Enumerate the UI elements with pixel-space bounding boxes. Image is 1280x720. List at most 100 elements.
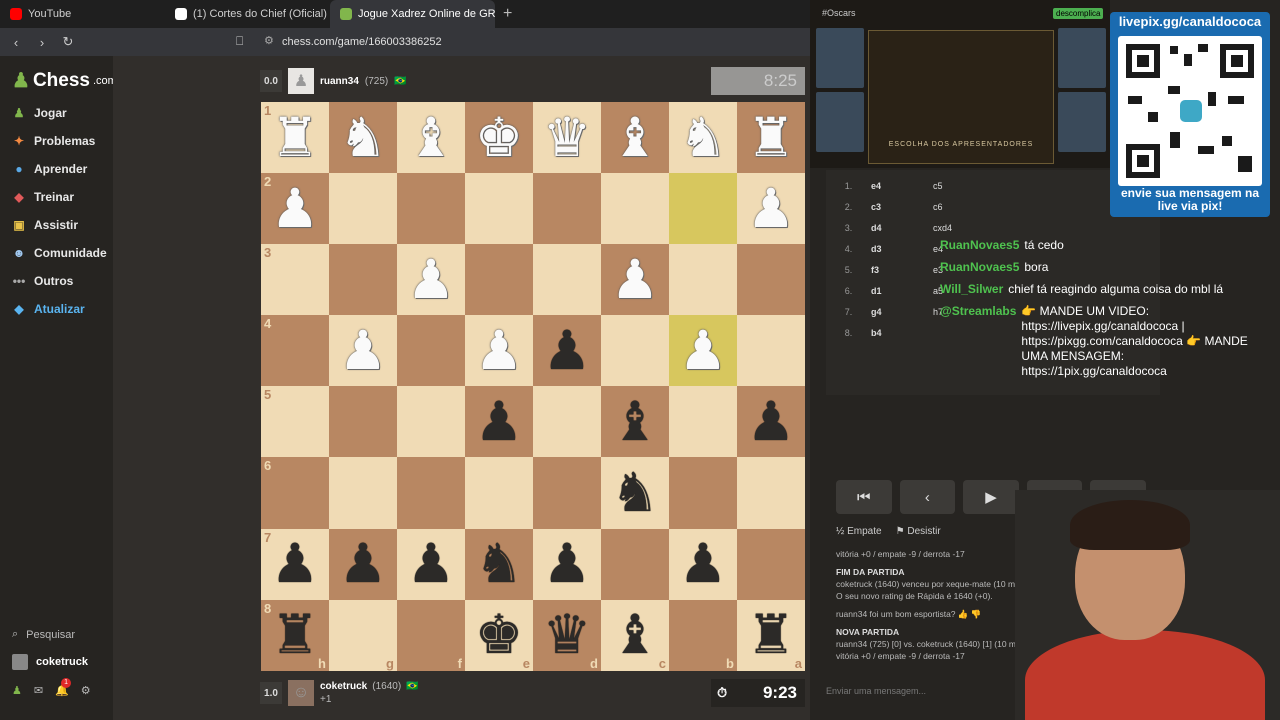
tab-youtube[interactable]: YouTube: [0, 0, 165, 28]
board-square[interactable]: [669, 386, 737, 458]
previous-move-icon[interactable]: ‹: [899, 480, 956, 514]
white-move[interactable]: f3: [871, 265, 933, 275]
board-square[interactable]: [533, 386, 601, 458]
thumbs-up-icon[interactable]: 👍: [958, 609, 969, 619]
board-square[interactable]: ♜: [737, 102, 805, 174]
board-square[interactable]: [737, 244, 805, 316]
draw-button[interactable]: ½ Empate: [836, 526, 882, 537]
board-square[interactable]: 2 ♟: [261, 173, 329, 245]
black-bishop-icon[interactable]: ♝: [611, 395, 659, 449]
board-square[interactable]: 5: [261, 386, 329, 458]
white-bishop-icon[interactable]: ♝: [407, 111, 455, 165]
new-tab-icon[interactable]: +: [495, 5, 520, 23]
search-link[interactable]: ⌕ Pesquisar: [12, 628, 75, 641]
board-square[interactable]: ♚: [465, 102, 533, 174]
board-square[interactable]: [329, 173, 397, 245]
board-square[interactable]: ♟: [465, 386, 533, 458]
board-square[interactable]: ♞: [669, 102, 737, 174]
board-square[interactable]: [465, 173, 533, 245]
reload-icon[interactable]: ↻: [58, 34, 78, 50]
black-knight-icon[interactable]: ♞: [611, 466, 659, 520]
board-square[interactable]: ♟: [329, 315, 397, 387]
top-player-name[interactable]: ruann34: [320, 76, 359, 87]
sidebar-item-problemas[interactable]: ✦ Problemas: [12, 134, 95, 148]
board-square[interactable]: [669, 173, 737, 245]
board-square[interactable]: 6: [261, 457, 329, 529]
sidebar-item-treinar[interactable]: ◆ Treinar: [12, 190, 74, 204]
board-square[interactable]: ♞: [601, 457, 669, 529]
board-square[interactable]: ♟: [737, 386, 805, 458]
board-square[interactable]: ♟: [465, 315, 533, 387]
board-square[interactable]: [533, 457, 601, 529]
board-square[interactable]: [465, 244, 533, 316]
bookmark-icon[interactable]: ⎕: [236, 34, 243, 49]
white-rook-icon[interactable]: ♜: [271, 111, 319, 165]
black-pawn-icon[interactable]: ♟: [271, 537, 319, 591]
black-move[interactable]: cxd4: [933, 223, 995, 233]
board-square[interactable]: [533, 244, 601, 316]
white-pawn-icon[interactable]: ♟: [475, 324, 523, 378]
black-move[interactable]: c6: [933, 202, 995, 212]
white-rook-icon[interactable]: ♜: [747, 111, 795, 165]
black-pawn-icon[interactable]: ♟: [339, 537, 387, 591]
board-square[interactable]: [669, 457, 737, 529]
black-bishop-icon[interactable]: ♝: [611, 608, 659, 662]
board-square[interactable]: ♝: [601, 386, 669, 458]
board-square[interactable]: e ♚: [465, 599, 533, 671]
white-king-icon[interactable]: ♚: [475, 111, 523, 165]
board-square[interactable]: [601, 173, 669, 245]
black-rook-icon[interactable]: ♜: [271, 608, 319, 662]
board-square[interactable]: ♟: [397, 244, 465, 316]
board-square[interactable]: ♟: [669, 315, 737, 387]
board-square[interactable]: [737, 457, 805, 529]
black-king-icon[interactable]: ♚: [475, 608, 523, 662]
white-queen-icon[interactable]: ♛: [543, 111, 591, 165]
board-square[interactable]: [329, 244, 397, 316]
board-square[interactable]: ♞: [329, 102, 397, 174]
thumbs-down-icon[interactable]: 👎: [971, 609, 982, 619]
forward-icon[interactable]: ›: [32, 35, 52, 50]
resign-button[interactable]: ⚑ Desistir: [896, 526, 941, 537]
board-square[interactable]: [601, 528, 669, 600]
board-square[interactable]: [397, 173, 465, 245]
board-square[interactable]: [669, 244, 737, 316]
board-square[interactable]: ♛: [533, 102, 601, 174]
board-square[interactable]: c ♝: [601, 599, 669, 671]
white-move[interactable]: d3: [871, 244, 933, 254]
board-square[interactable]: ♟: [669, 528, 737, 600]
white-move[interactable]: c3: [871, 202, 933, 212]
tab-chess[interactable]: Jogue Xadrez Online de GRA ✕: [330, 0, 495, 28]
board-square[interactable]: [465, 457, 533, 529]
sidebar-item-outros[interactable]: ••• Outros: [12, 274, 74, 288]
avatar[interactable]: ☺: [288, 680, 314, 706]
sidebar-item-assistir[interactable]: ▣ Assistir: [12, 218, 78, 232]
white-move[interactable]: e4: [871, 181, 933, 191]
board-square[interactable]: ♟: [533, 528, 601, 600]
settings-icon[interactable]: ⚙: [81, 684, 91, 697]
white-pawn-icon[interactable]: ♟: [407, 253, 455, 307]
avatar[interactable]: ♟: [288, 68, 314, 94]
board-square[interactable]: ♟: [601, 244, 669, 316]
site-info-icon[interactable]: ⚙: [264, 34, 274, 47]
black-pawn-icon[interactable]: ♟: [543, 324, 591, 378]
white-bishop-icon[interactable]: ♝: [611, 111, 659, 165]
white-knight-icon[interactable]: ♞: [339, 111, 387, 165]
black-knight-icon[interactable]: ♞: [475, 537, 523, 591]
board-square[interactable]: 8 h ♜: [261, 599, 329, 671]
board-square[interactable]: ♟: [737, 173, 805, 245]
black-move[interactable]: c5: [933, 181, 995, 191]
board-square[interactable]: [601, 315, 669, 387]
black-pawn-icon[interactable]: ♟: [679, 537, 727, 591]
board-square[interactable]: 7 ♟: [261, 528, 329, 600]
bell-icon[interactable]: 🔔 1: [55, 678, 72, 697]
white-pawn-icon[interactable]: ♟: [271, 182, 319, 236]
board-square[interactable]: ♟: [397, 528, 465, 600]
board-square[interactable]: [397, 315, 465, 387]
chess-logo[interactable]: ♟ Chess .com: [12, 68, 117, 93]
back-icon[interactable]: ‹: [6, 35, 26, 50]
sidebar-item-jogar[interactable]: ♟ Jogar: [12, 106, 67, 120]
board-square[interactable]: [329, 457, 397, 529]
board-square[interactable]: ♟: [329, 528, 397, 600]
board-square[interactable]: [737, 528, 805, 600]
white-pawn-icon[interactable]: ♟: [679, 324, 727, 378]
